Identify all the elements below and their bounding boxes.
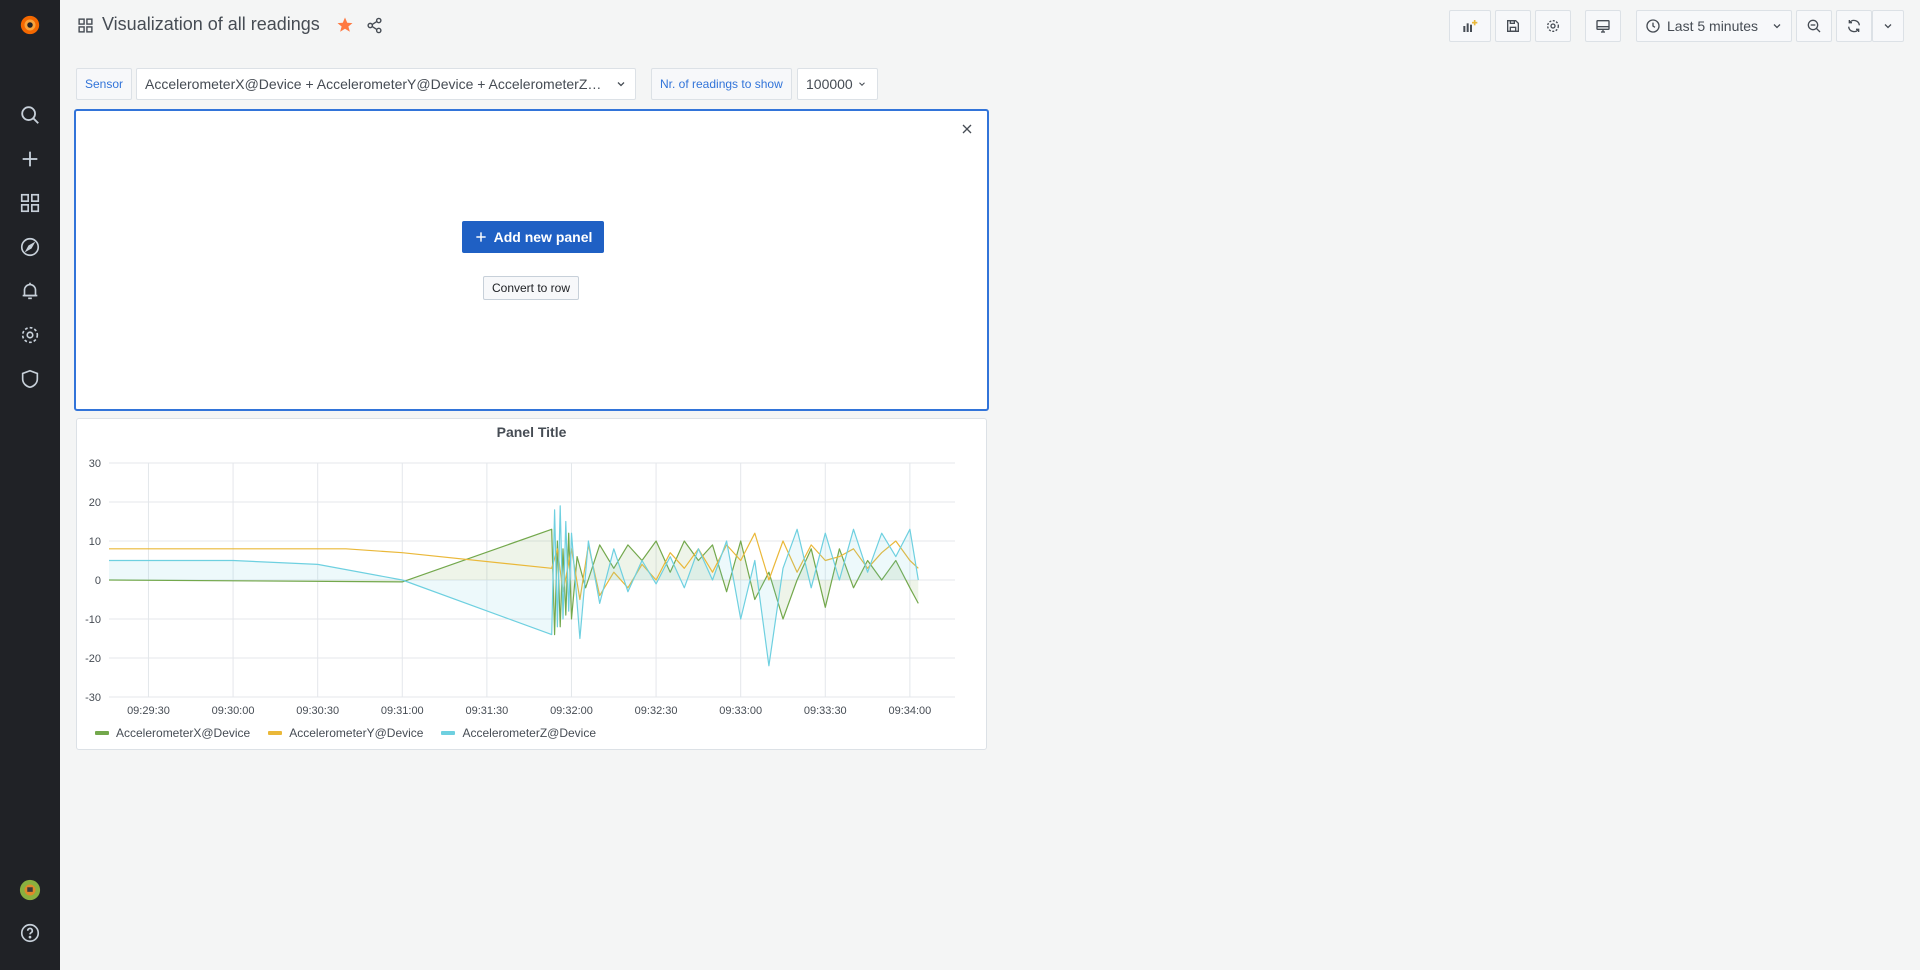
star-icon[interactable] [336, 16, 354, 34]
x-tick-label: 09:29:30 [127, 705, 170, 717]
refresh-icon [1848, 19, 1860, 33]
x-tick-label: 09:33:00 [719, 705, 762, 717]
graph-panel: Panel Title 30 20 10 0 -10 -20 -30 09:29:30 09:3… [76, 418, 987, 750]
graph-legend: AccelerometerX@Device AccelerometerY@Devi… [95, 726, 596, 740]
chevron-down-icon [859, 82, 865, 86]
sensor-variable-select[interactable]: AccelerometerX@Device + AccelerometerY@D… [136, 68, 636, 100]
clock-icon [1646, 19, 1660, 33]
time-range-label: Last 5 minutes [1667, 18, 1759, 34]
chevron-down-icon [1884, 24, 1892, 29]
avatar-icon[interactable] [17, 877, 43, 903]
legend-swatch [441, 731, 456, 735]
dashboards-icon [78, 18, 93, 33]
add-panel-icon [1463, 20, 1478, 32]
y-tick-label: -20 [85, 653, 101, 665]
refresh-button[interactable] [1836, 10, 1872, 42]
tv-mode-button[interactable] [1585, 10, 1621, 42]
convert-to-row-button[interactable]: Convert to row [483, 276, 579, 300]
save-dashboard-button[interactable] [1495, 10, 1531, 42]
y-tick-label: 0 [95, 575, 101, 587]
readings-variable-select[interactable]: 100000 [797, 68, 878, 100]
zoom-out-button[interactable] [1796, 10, 1832, 42]
chevron-down-icon [1773, 24, 1781, 29]
readings-variable-value: 100000 [806, 76, 853, 92]
y-tick-label: 30 [89, 458, 101, 470]
legend-item[interactable]: AccelerometerZ@Device [441, 726, 596, 740]
legend-item[interactable]: AccelerometerY@Device [268, 726, 423, 740]
save-icon [1507, 20, 1519, 32]
configuration-icon[interactable] [17, 322, 43, 348]
y-tick-label: -30 [85, 692, 101, 704]
legend-label: AccelerometerX@Device [116, 726, 251, 740]
page-title[interactable]: Visualization of all readings [102, 14, 320, 35]
explore-icon[interactable] [17, 234, 43, 260]
grafana-logo-icon[interactable] [17, 12, 43, 38]
y-tick-label: -10 [85, 614, 101, 626]
add-new-panel-label: Add new panel [493, 229, 593, 245]
graph-plot[interactable]: 30 20 10 0 -10 -20 -30 09:29:30 09:30:00 09:30:30… [77, 419, 988, 719]
share-icon[interactable] [366, 17, 383, 34]
help-icon[interactable] [17, 920, 43, 946]
legend-item[interactable]: AccelerometerX@Device [95, 726, 250, 740]
add-panel-button[interactable] [1449, 10, 1491, 42]
readings-variable-label: Nr. of readings to show [651, 68, 792, 100]
plus-icon [475, 232, 486, 242]
alerting-icon[interactable] [17, 278, 43, 304]
settings-icon [1547, 20, 1559, 32]
sidebar [0, 0, 60, 970]
dashboards-icon[interactable] [17, 190, 43, 216]
x-tick-label: 09:33:30 [804, 705, 847, 717]
tv-mode-icon [1596, 20, 1610, 33]
shield-icon[interactable] [17, 366, 43, 392]
y-tick-label: 10 [89, 536, 101, 548]
legend-swatch [268, 731, 283, 735]
time-range-picker[interactable]: Last 5 minutes [1636, 10, 1792, 42]
sensor-variable-label: Sensor [76, 68, 133, 100]
x-tick-label: 09:32:30 [635, 705, 678, 717]
plus-icon[interactable] [17, 146, 43, 172]
sensor-variable-value: AccelerometerX@Device + AccelerometerY@D… [145, 76, 605, 92]
x-tick-label: 09:30:30 [296, 705, 339, 717]
legend-label: AccelerometerZ@Device [462, 726, 597, 740]
zoom-out-icon [1807, 19, 1821, 33]
x-tick-label: 09:30:00 [212, 705, 255, 717]
close-icon[interactable] [959, 121, 975, 137]
x-tick-label: 09:32:00 [550, 705, 593, 717]
dashboard-header: Visualization of all readings Last 5 min… [60, 0, 1920, 52]
legend-swatch [95, 731, 109, 735]
chevron-down-icon [617, 82, 625, 87]
legend-label: AccelerometerY@Device [289, 726, 424, 740]
add-panel-widget: Add new panel Convert to row [74, 109, 989, 411]
search-icon[interactable] [17, 102, 43, 128]
y-tick-label: 20 [89, 497, 101, 509]
x-tick-label: 09:31:00 [381, 705, 424, 717]
dashboard-settings-button[interactable] [1535, 10, 1571, 42]
refresh-interval-dropdown[interactable] [1872, 10, 1904, 42]
x-tick-label: 09:34:00 [888, 705, 931, 717]
add-new-panel-button[interactable]: Add new panel [462, 221, 604, 253]
x-tick-label: 09:31:30 [465, 705, 508, 717]
